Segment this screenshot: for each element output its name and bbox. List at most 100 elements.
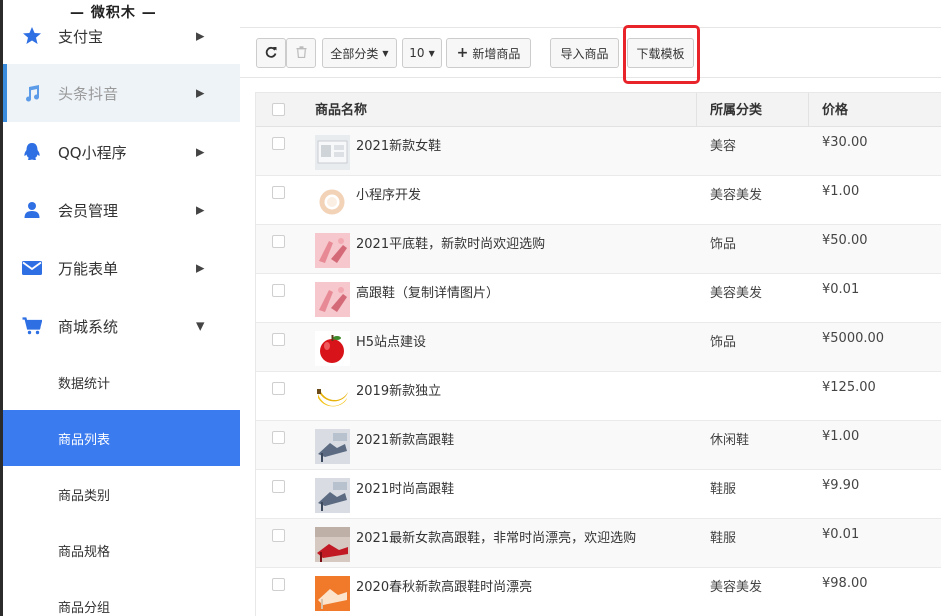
table-header: 商品名称 所属分类 价格 — [256, 92, 941, 128]
sidebar-item-alipay[interactable]: 支付宝 ▶ — [3, 7, 240, 65]
row-checkbox[interactable] — [272, 578, 285, 591]
sidebar-item-qq[interactable]: QQ小程序 ▶ — [3, 123, 240, 181]
table-row[interactable]: 2019新款独立 ¥125.00 — [256, 372, 941, 421]
product-name: 2019新款独立 — [356, 384, 442, 399]
product-price: ¥0.01 — [822, 282, 860, 297]
submenu-item-label: 数据统计 — [58, 376, 111, 392]
product-price: ¥1.00 — [822, 184, 860, 199]
row-checkbox[interactable] — [272, 529, 285, 542]
music-note-icon — [21, 82, 43, 104]
row-checkbox[interactable] — [272, 137, 285, 150]
product-name: 2020春秋新款高跟鞋时尚漂亮 — [356, 580, 533, 595]
product-category: 美容美发 — [710, 188, 763, 203]
column-header-name: 商品名称 — [315, 103, 368, 118]
submenu-item-product-list[interactable]: 商品列表 — [3, 410, 240, 466]
submenu-item-product-category[interactable]: 商品类别 — [3, 466, 240, 522]
add-product-button[interactable]: + 新增商品 — [446, 38, 531, 68]
row-checkbox[interactable] — [272, 480, 285, 493]
table-row[interactable]: 小程序开发 美容美发 ¥1.00 — [256, 176, 941, 225]
table-row[interactable]: 2021最新女款高跟鞋，非常时尚漂亮，欢迎选购 鞋服 ¥0.01 — [256, 519, 941, 568]
table-row[interactable]: 2020春秋新款高跟鞋时尚漂亮 美容美发 ¥98.00 — [256, 568, 941, 616]
product-price: ¥30.00 — [822, 135, 868, 150]
submenu-item-label: 商品规格 — [58, 544, 111, 560]
submenu-item-label: 商品类别 — [58, 488, 111, 504]
row-checkbox[interactable] — [272, 235, 285, 248]
shopping-cart-icon — [21, 315, 43, 337]
submenu-item-label: 商品列表 — [58, 432, 111, 448]
table-row[interactable]: 2021时尚高跟鞋 鞋服 ¥9.90 — [256, 470, 941, 519]
annotation-highlight-box — [623, 25, 700, 84]
chevron-right-icon: ▶ — [196, 203, 205, 217]
sidebar-item-members[interactable]: 会员管理 ▶ — [3, 181, 240, 239]
product-thumbnail — [315, 184, 350, 219]
caret-down-icon: ▼ — [428, 48, 435, 58]
refresh-button[interactable] — [256, 38, 286, 68]
product-category: 饰品 — [710, 237, 737, 252]
row-checkbox[interactable] — [272, 431, 285, 444]
table-row[interactable]: 2021新款高跟鞋 休闲鞋 ¥1.00 — [256, 421, 941, 470]
column-divider — [696, 93, 697, 128]
table-row[interactable]: 2021平底鞋，新款时尚欢迎选购 饰品 ¥50.00 — [256, 225, 941, 274]
envelope-icon — [21, 257, 43, 279]
caret-down-icon: ▼ — [382, 48, 389, 58]
product-thumbnail — [315, 429, 350, 464]
product-price: ¥50.00 — [822, 233, 868, 248]
product-category: 饰品 — [710, 335, 737, 350]
product-name: 高跟鞋（复制详情图片） — [356, 286, 500, 301]
row-checkbox[interactable] — [272, 333, 285, 346]
sidebar-item-mall[interactable]: 商城系统 ▼ — [3, 297, 240, 355]
product-thumbnail — [315, 135, 350, 170]
sidebar-item-label: 会员管理 — [58, 201, 119, 220]
plus-icon: + — [456, 45, 469, 61]
table-row[interactable]: 2021新款女鞋 美容 ¥30.00 — [256, 127, 941, 176]
product-table: 商品名称 所属分类 价格 2021新款女鞋 美容 ¥30.00 小程序开发 美容美发 ¥1… — [255, 92, 941, 616]
toolbar: 全部分类 ▼ 10 ▼ + 新增商品 导入商品 下载模板 — [240, 28, 941, 78]
sidebar: — 微积木 — 支付宝 ▶ 头条抖音 ▶ QQ小程序 ▶ 会员管理 ▶ 万能表单… — [0, 0, 240, 616]
user-icon — [21, 199, 43, 221]
product-name: 2021新款高跟鞋 — [356, 433, 455, 448]
product-price: ¥5000.00 — [822, 331, 885, 346]
product-name: 2021时尚高跟鞋 — [356, 482, 455, 497]
category-filter-dropdown[interactable]: 全部分类 ▼ — [322, 38, 397, 68]
submenu-item-label: 商品分组 — [58, 600, 111, 616]
add-product-label: 新增商品 — [472, 46, 521, 61]
table-row[interactable]: H5站点建设 饰品 ¥5000.00 — [256, 323, 941, 372]
sidebar-item-label: 头条抖音 — [58, 84, 119, 103]
sidebar-item-label: 商城系统 — [58, 317, 119, 336]
chevron-right-icon: ▶ — [196, 29, 205, 43]
select-all-checkbox[interactable] — [272, 103, 285, 116]
chevron-right-icon: ▶ — [196, 145, 205, 159]
submenu-item-product-spec[interactable]: 商品规格 — [3, 522, 240, 578]
row-checkbox[interactable] — [272, 186, 285, 199]
product-category: 鞋服 — [710, 531, 737, 546]
product-thumbnail — [315, 380, 350, 415]
row-checkbox[interactable] — [272, 382, 285, 395]
product-category: 美容美发 — [710, 580, 763, 595]
column-header-price: 价格 — [822, 103, 849, 118]
product-category: 鞋服 — [710, 482, 737, 497]
table-row[interactable]: 高跟鞋（复制详情图片） 美容美发 ¥0.01 — [256, 274, 941, 323]
refresh-icon — [265, 46, 277, 61]
delete-button[interactable] — [286, 38, 316, 68]
main-content: 全部分类 ▼ 10 ▼ + 新增商品 导入商品 下载模板 商品名称 所属分类 价… — [240, 0, 941, 616]
sidebar-item-label: 万能表单 — [58, 259, 119, 278]
product-price: ¥9.90 — [822, 478, 860, 493]
product-thumbnail — [315, 527, 350, 562]
page-size-dropdown[interactable]: 10 ▼ — [402, 38, 442, 68]
import-products-label: 导入商品 — [560, 46, 609, 61]
product-name: 2021平底鞋，新款时尚欢迎选购 — [356, 237, 546, 252]
product-name: 2021最新女款高跟鞋，非常时尚漂亮，欢迎选购 — [356, 531, 637, 546]
submenu-item-statistics[interactable]: 数据统计 — [3, 354, 240, 410]
product-thumbnail — [315, 331, 350, 366]
sidebar-item-label: QQ小程序 — [58, 143, 127, 162]
product-category: 美容美发 — [710, 286, 763, 301]
product-thumbnail — [315, 576, 350, 611]
sidebar-item-douyin[interactable]: 头条抖音 ▶ — [3, 64, 240, 122]
submenu-item-product-group[interactable]: 商品分组 — [3, 578, 240, 616]
product-price: ¥0.01 — [822, 527, 860, 542]
row-checkbox[interactable] — [272, 284, 285, 297]
column-divider — [808, 93, 809, 128]
sidebar-item-label: 支付宝 — [58, 27, 104, 46]
sidebar-item-forms[interactable]: 万能表单 ▶ — [3, 239, 240, 297]
import-products-button[interactable]: 导入商品 — [550, 38, 619, 68]
